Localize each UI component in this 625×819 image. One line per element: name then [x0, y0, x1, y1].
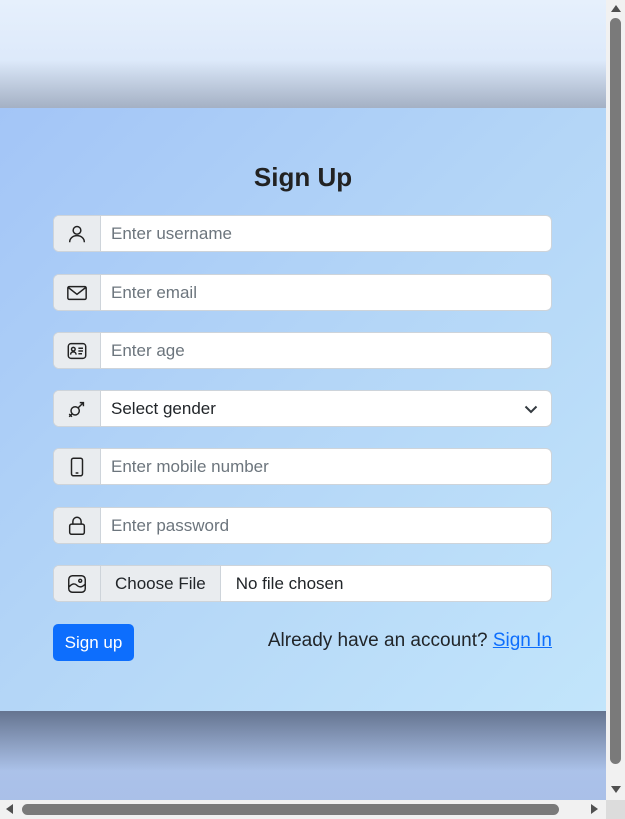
chevron-down-icon: [511, 391, 551, 426]
signin-prompt-line: Already have an account? Sign In: [268, 630, 552, 652]
file-group: Choose File No file chosen: [53, 565, 552, 602]
scroll-down-arrow-icon[interactable]: [611, 786, 621, 793]
username-input[interactable]: [101, 216, 551, 251]
signup-card: Sign Up Select gender: [0, 108, 606, 711]
gender-select-value: Select gender: [111, 398, 216, 418]
password-input[interactable]: [101, 508, 551, 543]
vertical-scrollbar[interactable]: [606, 0, 625, 800]
top-shadow: [0, 60, 606, 110]
image-icon: [54, 566, 101, 601]
scroll-right-arrow-icon[interactable]: [591, 804, 598, 814]
choose-file-button[interactable]: Choose File: [101, 566, 221, 601]
gender-icon: [54, 391, 101, 426]
signin-prompt: Already have an account?: [267, 630, 488, 651]
scroll-left-arrow-icon[interactable]: [6, 804, 13, 814]
scroll-up-arrow-icon[interactable]: [611, 5, 621, 12]
bottom-shadow: [0, 711, 606, 771]
envelope-icon: [54, 275, 101, 310]
page-title: Sign Up: [253, 162, 353, 192]
age-group: [53, 332, 552, 369]
user-icon: [54, 216, 101, 251]
password-group: [53, 507, 552, 544]
signup-button[interactable]: Sign up: [53, 624, 134, 661]
age-input[interactable]: [101, 333, 551, 368]
scrollbar-corner: [606, 800, 625, 819]
email-input[interactable]: [101, 275, 551, 310]
mobile-input[interactable]: [101, 449, 551, 484]
lock-icon: [54, 508, 101, 543]
vertical-scroll-thumb[interactable]: [610, 18, 621, 764]
horizontal-scroll-thumb[interactable]: [22, 804, 559, 815]
signin-link[interactable]: Sign In: [493, 630, 552, 651]
username-group: [53, 215, 552, 252]
horizontal-scrollbar[interactable]: [0, 800, 606, 819]
phone-icon: [54, 449, 101, 484]
id-card-icon: [54, 333, 101, 368]
gender-select[interactable]: Select gender: [53, 390, 552, 427]
file-status: No file chosen: [235, 573, 344, 593]
mobile-group: [53, 448, 552, 485]
email-group: [53, 274, 552, 311]
